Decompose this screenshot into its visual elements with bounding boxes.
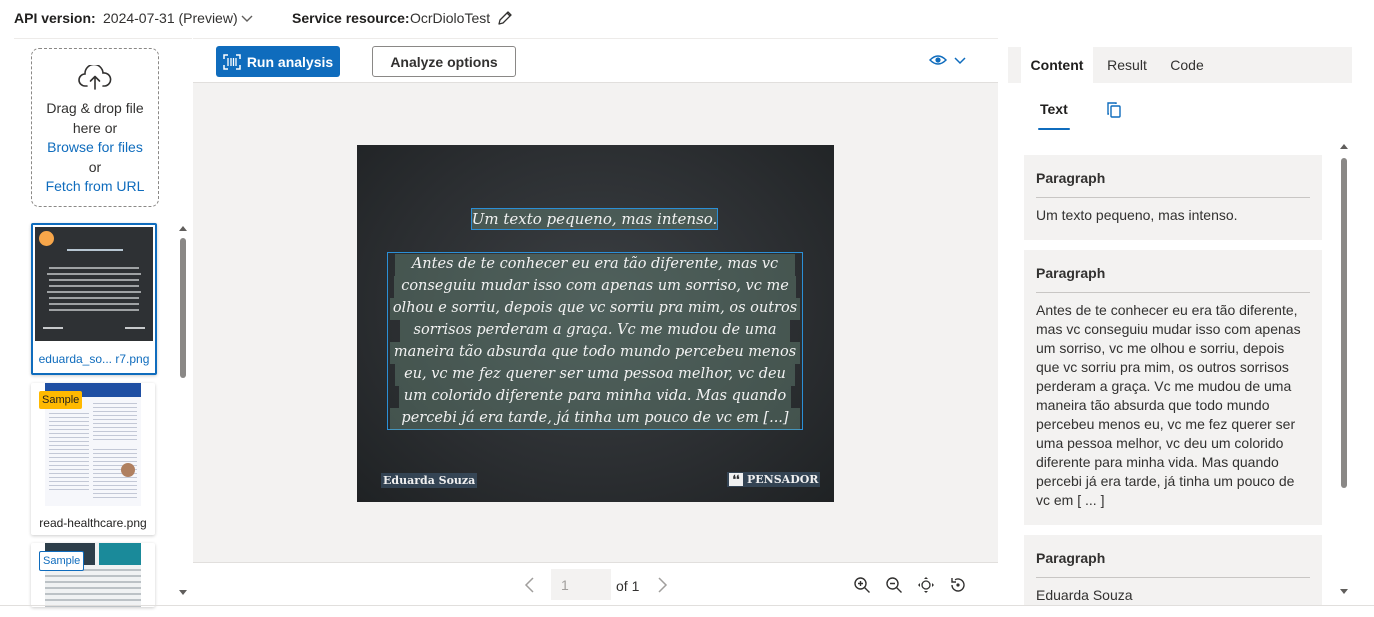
ocr-line-author[interactable]: Eduarda Souza [381, 473, 478, 488]
file-thumbnail[interactable]: Sample [31, 543, 155, 607]
zoom-in-icon[interactable] [853, 576, 871, 594]
eye-icon [929, 53, 947, 67]
chevron-left-icon[interactable] [523, 577, 537, 593]
file-panel: Drag & drop file here or Browse for file… [14, 38, 192, 607]
fetch-from-url-link[interactable]: Fetch from URL [32, 177, 158, 197]
rotate-icon[interactable] [949, 576, 967, 594]
paragraph-title: Paragraph [1036, 155, 1310, 198]
tab-code[interactable]: Code [1160, 47, 1214, 83]
copy-icon[interactable] [1106, 101, 1122, 119]
paragraph-card[interactable]: Paragraph Antes de te conhecer eu era tã… [1024, 250, 1322, 525]
file-name: eduarda_so... r7.png [38, 352, 150, 366]
paragraph-card[interactable]: Paragraph Eduarda Souza [1024, 535, 1322, 605]
file-thumbnail-selected[interactable]: eduarda_so... r7.png [31, 223, 157, 375]
ocr-paragraph-lines: Antes de te conhecer eu era tão diferent… [387, 254, 803, 430]
file-name: read-healthcare.png [39, 516, 147, 530]
processing-status-dot [39, 231, 54, 246]
sample-badge: Sample [39, 551, 85, 571]
ocr-line: maneira tão absurda que todo mundo perce… [390, 342, 800, 364]
api-version-label: API version: [14, 10, 96, 26]
paragraph-title: Paragraph [1036, 250, 1310, 293]
service-resource-label: Service resource: [292, 10, 410, 26]
subtab-text[interactable]: Text [1040, 101, 1068, 117]
upload-cloud-icon [78, 65, 112, 91]
tab-result[interactable]: Result [1097, 47, 1157, 83]
ocr-line-title: Um texto pequeno, mas intenso. [471, 210, 718, 228]
page-count-label: of 1 [616, 578, 640, 594]
run-analysis-label: Run analysis [246, 53, 334, 70]
ocr-line: Antes de te conhecer eu era tão diferent… [395, 254, 795, 276]
chevron-down-icon[interactable] [240, 11, 254, 25]
view-options-toggle[interactable] [929, 53, 967, 67]
paragraph-title: Paragraph [1036, 535, 1310, 578]
paragraph-text: Antes de te conhecer eu era tão diferent… [1036, 302, 1301, 508]
results-panel: Content Result Code Text Paragraph Um te… [1008, 38, 1352, 606]
chevron-right-icon[interactable] [655, 577, 669, 593]
ocr-line: um colorido diferente para minha vida. M… [399, 386, 791, 408]
paragraph-list: Paragraph Um texto pequeno, mas intenso.… [1024, 155, 1322, 605]
dropzone-or-text: or [88, 158, 102, 175]
ocr-line: percebi já era tarde, já tinha um pouco … [390, 408, 800, 430]
ocr-line-brand[interactable]: ❛❛ PENSADOR [727, 472, 821, 487]
ocr-line: conseguiu mudar isso com apenas um sorri… [394, 276, 796, 298]
quote-icon: ❛❛ [729, 473, 743, 486]
ocr-line: sorrisos perderam a graça. Vc me mudou d… [400, 320, 790, 342]
paragraph-card[interactable]: Paragraph Um texto pequeno, mas intenso. [1024, 155, 1322, 240]
dropzone-text-line2: here or [72, 119, 118, 136]
scroll-up-icon[interactable] [1339, 142, 1349, 150]
document-viewer: Um texto pequeno, mas intenso. Antes de … [193, 82, 998, 563]
edit-icon[interactable] [496, 9, 514, 27]
analysis-toolbar: Run analysis Analyze options [193, 38, 998, 83]
run-analysis-button[interactable]: Run analysis [216, 46, 340, 77]
page-number-input[interactable] [551, 569, 611, 600]
file-dropzone[interactable]: Drag & drop file here or Browse for file… [31, 48, 159, 207]
file-thumbnail-image [35, 227, 153, 341]
service-resource-value: OcrDioloTest [410, 10, 491, 26]
chevron-down-icon [953, 53, 967, 67]
analyze-options-button[interactable]: Analyze options [372, 46, 516, 77]
fit-to-window-icon[interactable] [917, 576, 935, 594]
paragraph-text: Um texto pequeno, mas intenso. [1036, 207, 1238, 223]
dropzone-text-line1: Drag & drop file [46, 100, 144, 116]
divider [0, 605, 1374, 606]
scroll-down-icon[interactable] [178, 589, 188, 597]
tab-content[interactable]: Content [1021, 47, 1093, 83]
sample-badge: Sample [39, 391, 83, 409]
zoom-out-icon[interactable] [885, 576, 903, 594]
scroll-up-icon[interactable] [178, 224, 188, 232]
active-subtab-indicator [1038, 128, 1070, 130]
scrollbar-thumb[interactable] [180, 238, 186, 378]
document-image[interactable]: Um texto pequeno, mas intenso. Antes de … [357, 145, 834, 502]
top-bar: API version: 2024-07-31 (Preview) Servic… [0, 0, 1374, 38]
browse-files-link[interactable]: Browse for files [32, 138, 158, 158]
scrollbar-thumb[interactable] [1341, 158, 1347, 488]
scan-icon [223, 53, 241, 70]
content-subtabs: Text [1008, 83, 1352, 133]
brand-text: PENSADOR [747, 473, 819, 486]
file-thumbnail[interactable]: Sample read-healthcare.png [31, 383, 155, 535]
scroll-down-icon[interactable] [1339, 588, 1349, 596]
api-version-dropdown[interactable]: 2024-07-31 (Preview) [103, 10, 238, 26]
results-tabs: Content Result Code [1008, 47, 1352, 83]
paragraph-text: Eduarda Souza [1036, 587, 1133, 603]
ocr-line: eu, vc me fez querer ser uma pessoa melh… [395, 364, 795, 386]
page-navigation: of 1 [193, 562, 998, 607]
ocr-line: olhou e sorriu, depois que vc sorriu pra… [390, 298, 800, 320]
